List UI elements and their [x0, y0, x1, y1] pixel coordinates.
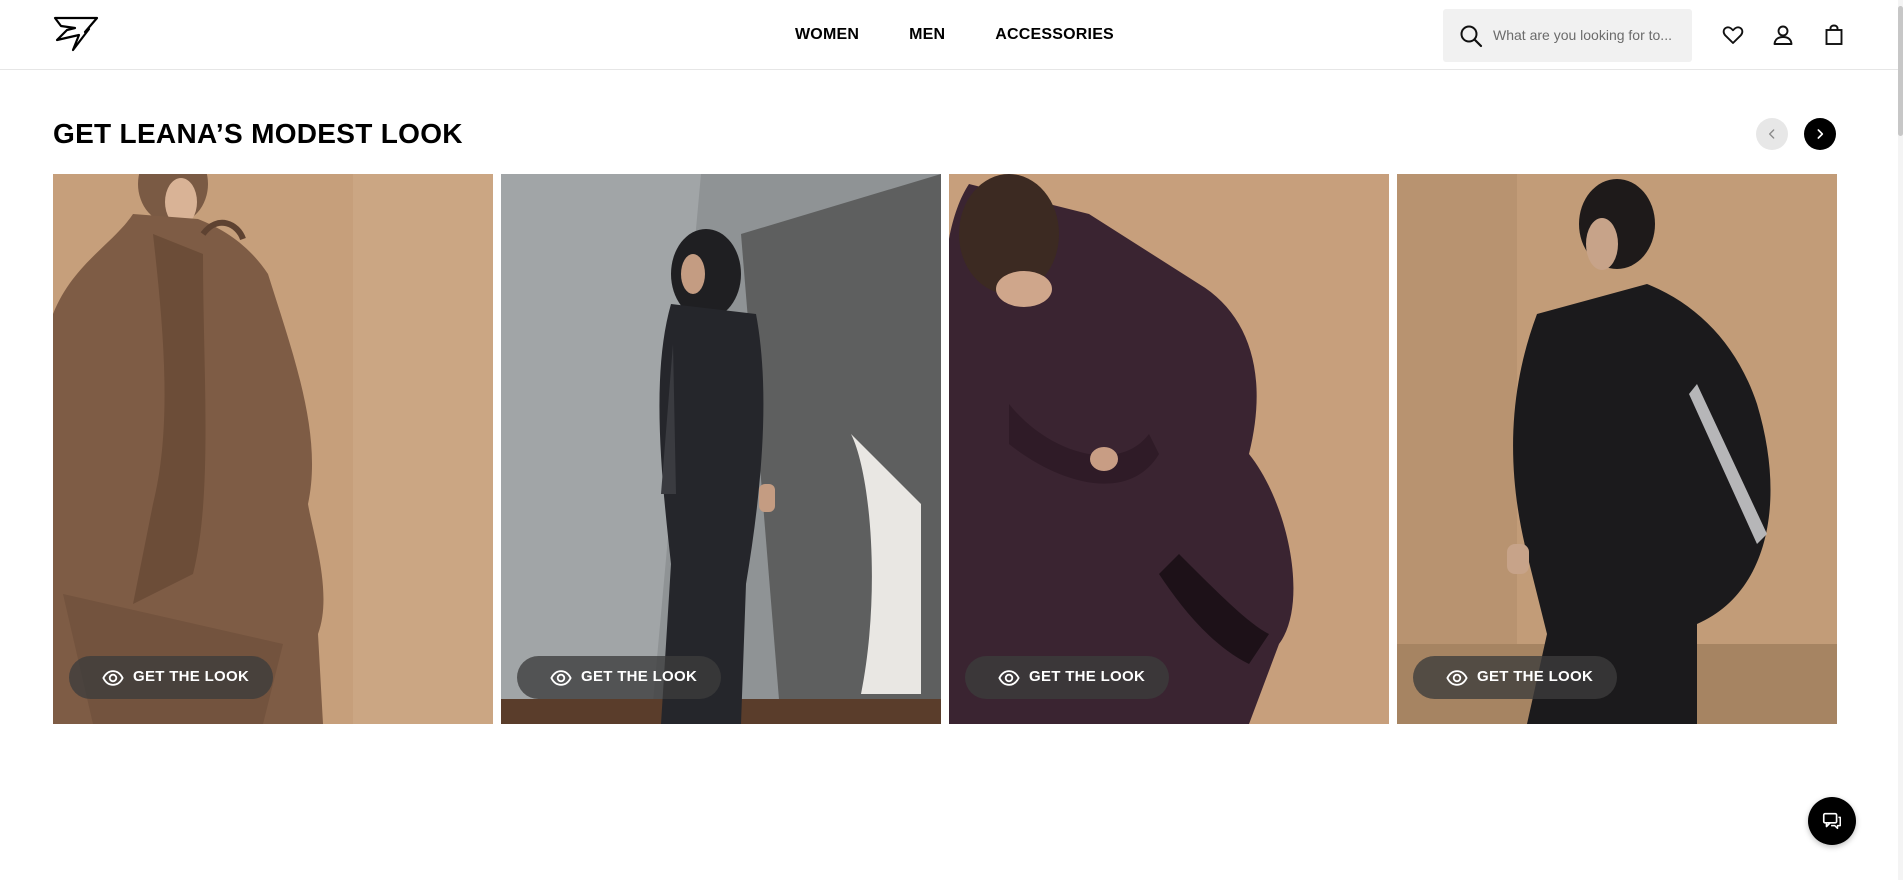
chevron-left-icon	[1769, 129, 1775, 139]
get-the-look-button[interactable]: GET THE LOOK	[517, 656, 721, 699]
user-icon[interactable]	[1771, 23, 1795, 47]
nav-accessories[interactable]: ACCESSORIES	[995, 26, 1114, 44]
page-scrollbar[interactable]	[1898, 0, 1903, 880]
look-card[interactable]: GET THE LOOK	[949, 174, 1389, 724]
get-the-look-label: GET THE LOOK	[133, 668, 250, 685]
eye-icon	[998, 670, 1020, 686]
eye-icon	[550, 670, 572, 686]
eye-icon	[102, 670, 124, 686]
bag-icon[interactable]	[1822, 23, 1846, 47]
look-card[interactable]: GET THE LOOK	[53, 174, 493, 724]
look-card[interactable]: GET THE LOOK	[1397, 174, 1837, 724]
chat-button[interactable]	[1808, 797, 1856, 845]
look-image	[53, 174, 493, 724]
heart-icon[interactable]	[1721, 23, 1745, 47]
get-the-look-button[interactable]: GET THE LOOK	[69, 656, 273, 699]
section-title: GET LEANA’S MODEST LOOK	[53, 118, 463, 149]
eye-icon	[1446, 670, 1468, 686]
carousel-next-button[interactable]	[1804, 118, 1836, 150]
main-nav: WOMEN MEN ACCESSORIES	[795, 26, 1114, 44]
search-icon[interactable]	[1459, 24, 1483, 48]
nav-women[interactable]: WOMEN	[795, 26, 859, 44]
nav-men[interactable]: MEN	[909, 26, 945, 44]
look-image	[501, 174, 941, 724]
gymshark-logo-icon[interactable]	[53, 16, 99, 52]
look-carousel: GET THE LOOK GET THE LOOK GET THE LOOK G…	[53, 174, 1837, 724]
get-the-look-label: GET THE LOOK	[1029, 668, 1146, 685]
scrollbar-thumb[interactable]	[1898, 6, 1903, 136]
search-input[interactable]	[1493, 23, 1683, 47]
look-card[interactable]: GET THE LOOK	[501, 174, 941, 724]
chevron-right-icon	[1817, 129, 1824, 139]
site-header: WOMEN MEN ACCESSORIES	[0, 0, 1898, 70]
get-the-look-label: GET THE LOOK	[581, 668, 698, 685]
carousel-prev-button[interactable]	[1756, 118, 1788, 150]
chat-icon	[1822, 812, 1841, 830]
get-the-look-button[interactable]: GET THE LOOK	[1413, 656, 1617, 699]
look-image	[1397, 174, 1837, 724]
get-the-look-button[interactable]: GET THE LOOK	[965, 656, 1169, 699]
search-bar[interactable]	[1443, 9, 1692, 62]
get-the-look-label: GET THE LOOK	[1477, 668, 1594, 685]
look-image	[949, 174, 1389, 724]
